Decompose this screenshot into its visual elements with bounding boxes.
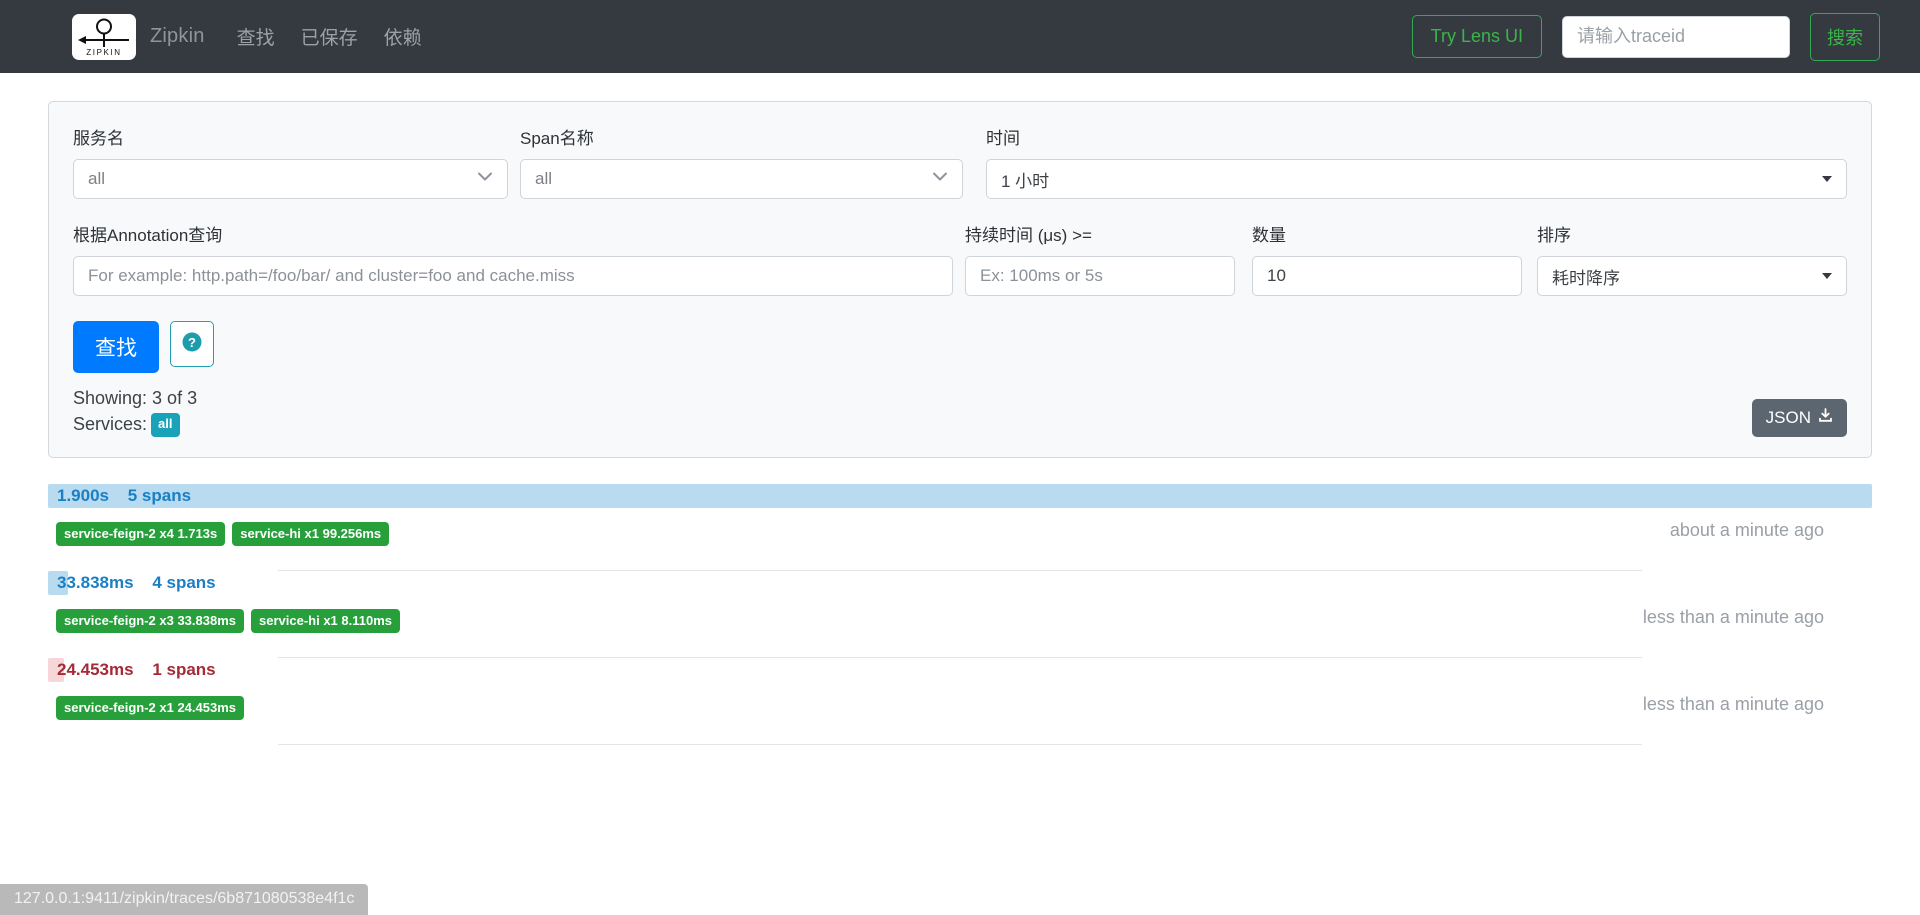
status-bar-url: 127.0.0.1:9411/zipkin/traces/6b871080538… [0, 884, 369, 915]
results-summary: Showing: 3 of 3 Services: all [73, 385, 214, 437]
sort-order-select[interactable]: 耗时降序 [1537, 256, 1847, 296]
search-row-3: 查找 ? Showing: 3 of 3 Services: all [73, 321, 1847, 437]
sort-order-value: 耗时降序 [1552, 268, 1620, 288]
trace-row[interactable]: 24.453ms 1 spans service-feign-2 x1 24.4… [48, 658, 1872, 746]
download-icon [1818, 408, 1833, 428]
traceid-search-button[interactable]: 搜索 [1810, 12, 1880, 61]
span-name-value: all [535, 169, 553, 188]
trace-service-pills: service-feign-2 x4 1.713s service-hi x1 … [56, 522, 390, 547]
span-name-label: Span名称 [520, 129, 594, 148]
span-name-field: Span名称 all [520, 124, 963, 199]
caret-down-icon [1822, 273, 1832, 279]
nav-link-find[interactable]: 查找 [237, 23, 275, 50]
trace-header: 33.838ms 4 spans [48, 571, 1872, 596]
download-json-button[interactable]: JSON [1751, 399, 1847, 438]
service-pill[interactable]: service-feign-2 x1 24.453ms [56, 696, 244, 721]
trace-header-text: 24.453ms 1 spans [57, 658, 216, 682]
trace-service-pills: service-feign-2 x3 33.838ms service-hi x… [56, 609, 400, 634]
trace-timestamp: less than a minute ago [1642, 694, 1824, 715]
trace-results-list: 1.900s 5 spans service-feign-2 x4 1.713s… [48, 484, 1872, 746]
zipkin-logo-icon[interactable]: ZIPKIN [72, 13, 136, 60]
svg-text:?: ? [188, 335, 196, 350]
service-pill[interactable]: service-feign-2 x4 1.713s [56, 522, 226, 547]
trace-span-count: 5 spans [127, 486, 192, 506]
services-label: Services: [73, 414, 148, 435]
trace-service-pills: service-feign-2 x1 24.453ms [56, 696, 244, 721]
trace-span-count: 4 spans [152, 573, 216, 593]
question-circle-icon: ? [181, 331, 203, 358]
duration-field: 持续时间 (μs) >= [965, 221, 1235, 296]
svg-text:ZIPKIN: ZIPKIN [86, 48, 121, 57]
trace-duration: 24.453ms [57, 660, 134, 680]
service-pill[interactable]: service-feign-2 x3 33.838ms [56, 609, 244, 634]
showing-count: Showing: 3 of 3 [73, 388, 198, 408]
limit-field: 数量 [1252, 221, 1522, 296]
trace-row[interactable]: 33.838ms 4 spans service-feign-2 x3 33.8… [48, 571, 1872, 659]
search-row-1: 服务名 all Span名称 all 时间 1 小时 [73, 124, 1847, 199]
sort-order-field: 排序 耗时降序 [1537, 221, 1847, 296]
annotation-query-field: 根据Annotation查询 [73, 221, 953, 296]
trace-duration: 1.900s [57, 486, 109, 506]
duration-input[interactable] [965, 256, 1235, 296]
trace-timestamp: about a minute ago [1669, 520, 1824, 541]
trace-header-text: 1.900s 5 spans [57, 484, 191, 508]
trace-timestamp: less than a minute ago [1642, 607, 1824, 628]
brand-group[interactable]: ZIPKIN Zipkin [72, 13, 205, 60]
duration-label: 持续时间 (μs) >= [965, 226, 1092, 245]
brand-link[interactable]: Zipkin [150, 25, 205, 48]
time-range-select[interactable]: 1 小时 [986, 159, 1847, 199]
navbar-actions: Try Lens UI 搜索 [1411, 12, 1880, 61]
trace-header: 24.453ms 1 spans [48, 658, 1872, 683]
services-summary: Services: all [73, 411, 214, 437]
trace-divider [278, 744, 1642, 746]
nav-link-dependencies[interactable]: 依赖 [384, 23, 422, 50]
try-lens-ui-button[interactable]: Try Lens UI [1411, 15, 1542, 58]
caret-down-icon [1822, 176, 1832, 182]
limit-label: 数量 [1252, 226, 1286, 245]
trace-duration-bar [48, 484, 1872, 509]
sort-order-label: 排序 [1537, 226, 1571, 245]
help-button[interactable]: ? [170, 321, 214, 367]
search-actions: 查找 ? Showing: 3 of 3 Services: all [73, 321, 214, 437]
service-name-field: 服务名 all [73, 124, 508, 199]
annotation-query-input[interactable] [73, 256, 953, 296]
find-traces-button[interactable]: 查找 [73, 321, 159, 373]
trace-header: 1.900s 5 spans [48, 484, 1872, 509]
time-range-label: 时间 [986, 129, 1020, 148]
traceid-input[interactable] [1562, 15, 1790, 58]
nav-link-saved[interactable]: 已保存 [301, 23, 358, 50]
annotation-query-label: 根据Annotation查询 [73, 226, 223, 245]
service-pill[interactable]: service-hi x1 99.256ms [232, 522, 390, 547]
search-row-2: 根据Annotation查询 持续时间 (μs) >= 数量 排序 耗时降序 [73, 221, 1847, 296]
chevron-down-icon [931, 168, 949, 191]
time-range-value: 1 小时 [1001, 171, 1050, 191]
limit-input[interactable] [1252, 256, 1522, 296]
services-badge[interactable]: all [151, 413, 180, 437]
service-pill[interactable]: service-hi x1 8.110ms [251, 609, 400, 634]
trace-duration: 33.838ms [57, 573, 134, 593]
service-name-value: all [88, 169, 106, 188]
top-navbar: ZIPKIN Zipkin 查找 已保存 依赖 Try Lens UI 搜索 [0, 0, 1920, 73]
chevron-down-icon [476, 168, 494, 191]
trace-row[interactable]: 1.900s 5 spans service-feign-2 x4 1.713s… [48, 484, 1872, 572]
search-panel: 服务名 all Span名称 all 时间 1 小时 根据Annotation查… [48, 101, 1872, 459]
span-name-select[interactable]: all [520, 159, 963, 199]
trace-header-text: 33.838ms 4 spans [57, 571, 216, 595]
nav-links: 查找 已保存 依赖 [237, 23, 422, 50]
json-button-label: JSON [1765, 408, 1811, 428]
time-range-field: 时间 1 小时 [986, 124, 1847, 199]
page-body: 服务名 all Span名称 all 时间 1 小时 根据Annotation查… [0, 73, 1920, 746]
service-name-label: 服务名 [73, 129, 124, 148]
trace-span-count: 1 spans [152, 660, 216, 680]
service-name-select[interactable]: all [73, 159, 508, 199]
